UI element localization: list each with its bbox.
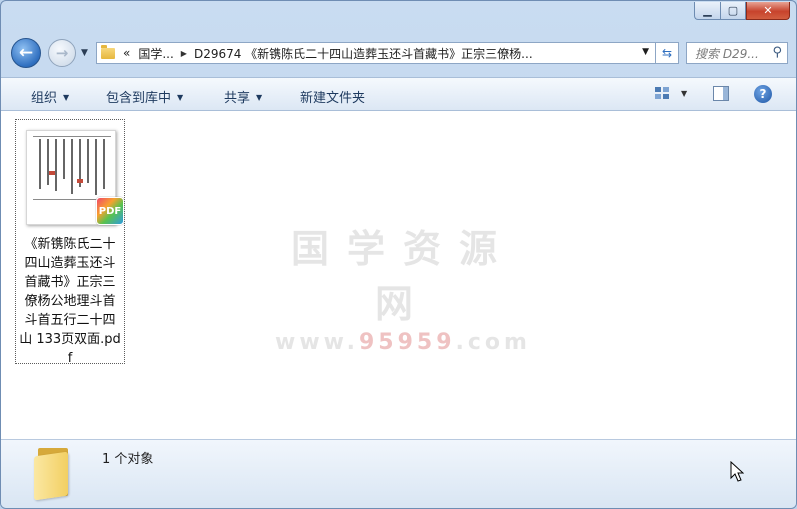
file-list[interactable]: PDF 《新镌陈氏二十四山造葬玉还斗首藏书》正宗三僚杨公地理斗首斗首五行二十四山… <box>1 111 796 439</box>
new-folder-button[interactable]: 新建文件夹 <box>300 87 365 106</box>
item-count: 1 个对象 <box>102 452 154 467</box>
address-segment-current[interactable]: D29674 《新镌陈氏二十四山造葬玉还斗首藏书》正宗三僚杨... <box>190 45 537 62</box>
organize-button[interactable]: 组织 ▼ <box>31 87 69 106</box>
address-overflow[interactable]: « <box>119 46 134 60</box>
watermark-url-prefix: www. <box>275 330 359 355</box>
minimize-button[interactable]: ▁ <box>694 2 720 20</box>
include-in-library-label: 包含到库中 <box>106 91 172 106</box>
pdf-file-icon: PDF <box>96 197 124 225</box>
share-button[interactable]: 共享 ▼ <box>224 87 262 106</box>
search-placeholder: 搜索 D29... <box>695 46 759 61</box>
watermark-url-number: 95959 <box>358 330 456 355</box>
search-input[interactable]: 搜索 D29... ⚲ <box>686 42 788 64</box>
forward-button[interactable]: → <box>48 39 76 67</box>
folder-icon <box>34 448 74 501</box>
command-bar: 组织 ▼ 包含到库中 ▼ 共享 ▼ 新建文件夹 ▼ ? <box>1 77 796 111</box>
address-segment-root[interactable]: 国学... <box>134 45 177 62</box>
mouse-cursor-icon <box>730 461 744 482</box>
preview-pane-icon[interactable] <box>713 86 729 101</box>
back-button[interactable]: ← <box>11 38 41 68</box>
change-view-icon[interactable] <box>655 87 669 99</box>
search-icon[interactable]: ⚲ <box>772 45 782 60</box>
explorer-window: ▁ ▢ ✕ ← → ▼ « 国学... ▶ D29674 《新镌陈氏二十四山造葬… <box>0 0 797 509</box>
details-pane: 1 个对象 <box>1 439 796 508</box>
chevron-down-icon: ▼ <box>177 93 184 102</box>
chevron-down-icon: ▼ <box>63 93 70 102</box>
caption-buttons: ▁ ▢ ✕ <box>694 2 790 20</box>
recent-pages-dropdown[interactable]: ▼ <box>81 48 88 58</box>
maximize-icon: ▢ <box>727 4 739 17</box>
maximize-button[interactable]: ▢ <box>720 2 746 20</box>
forward-arrow-icon: → <box>55 44 69 62</box>
help-icon[interactable]: ? <box>754 85 772 103</box>
watermark: 国学资源网 www.95959.com <box>273 218 533 355</box>
share-label: 共享 <box>224 91 251 106</box>
refresh-icon: ⇆ <box>661 46 673 60</box>
watermark-url: www.95959.com <box>273 330 533 355</box>
new-folder-label: 新建文件夹 <box>300 91 366 106</box>
back-arrow-icon: ← <box>18 43 34 63</box>
file-item-pdf[interactable]: PDF 《新镌陈氏二十四山造葬玉还斗首藏书》正宗三僚杨公地理斗首斗首五行二十四山… <box>15 119 125 366</box>
folder-icon <box>101 44 115 59</box>
address-bar[interactable]: « 国学... ▶ D29674 《新镌陈氏二十四山造葬玉还斗首藏书》正宗三僚杨… <box>96 42 656 64</box>
organize-label: 组织 <box>31 91 58 106</box>
address-dropdown-icon[interactable]: ▼ <box>642 47 649 57</box>
close-button[interactable]: ✕ <box>746 2 790 20</box>
include-in-library-button[interactable]: 包含到库中 ▼ <box>106 87 183 106</box>
chevron-down-icon: ▼ <box>256 93 263 102</box>
watermark-url-suffix: .com <box>455 330 531 355</box>
chevron-right-icon[interactable]: ▶ <box>178 49 190 58</box>
watermark-title: 国学资源网 <box>290 227 515 326</box>
close-icon: ✕ <box>763 4 773 17</box>
navigation-bar: ← → ▼ « 国学... ▶ D29674 《新镌陈氏二十四山造葬玉还斗首藏书… <box>1 37 796 71</box>
chevron-down-icon: ▼ <box>81 48 88 58</box>
minimize-icon: ▁ <box>703 4 712 17</box>
view-options-dropdown[interactable]: ▼ <box>681 89 687 98</box>
file-name-label: 《新镌陈氏二十四山造葬玉还斗首藏书》正宗三僚杨公地理斗首斗首五行二十四山 133… <box>19 237 121 366</box>
refresh-button[interactable]: ⇆ <box>656 42 679 64</box>
